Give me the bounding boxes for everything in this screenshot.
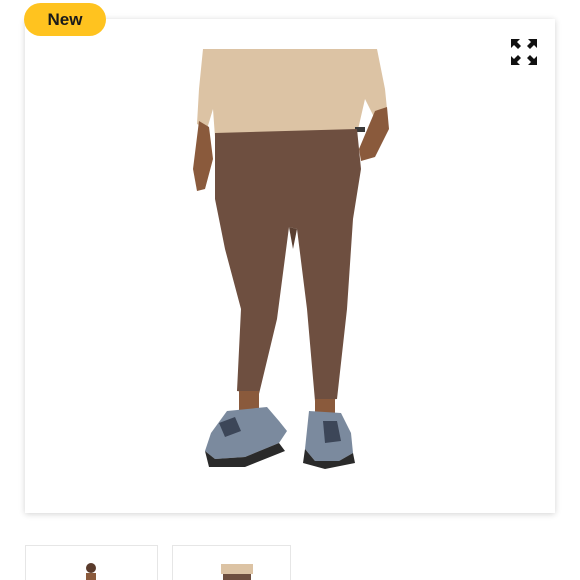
shirt-shape (197, 49, 387, 137)
main-image-card[interactable] (25, 19, 555, 513)
expand-arrows-icon[interactable] (509, 37, 539, 67)
shoes (205, 407, 355, 469)
product-gallery: New (0, 0, 580, 580)
thumbnail-close-up[interactable] (172, 545, 291, 580)
thumbnail-full-body[interactable] (25, 545, 158, 580)
product-photo (193, 49, 389, 469)
thumbnail-image (86, 563, 96, 580)
new-badge: New (24, 3, 106, 36)
thumbnail-image (221, 564, 253, 580)
